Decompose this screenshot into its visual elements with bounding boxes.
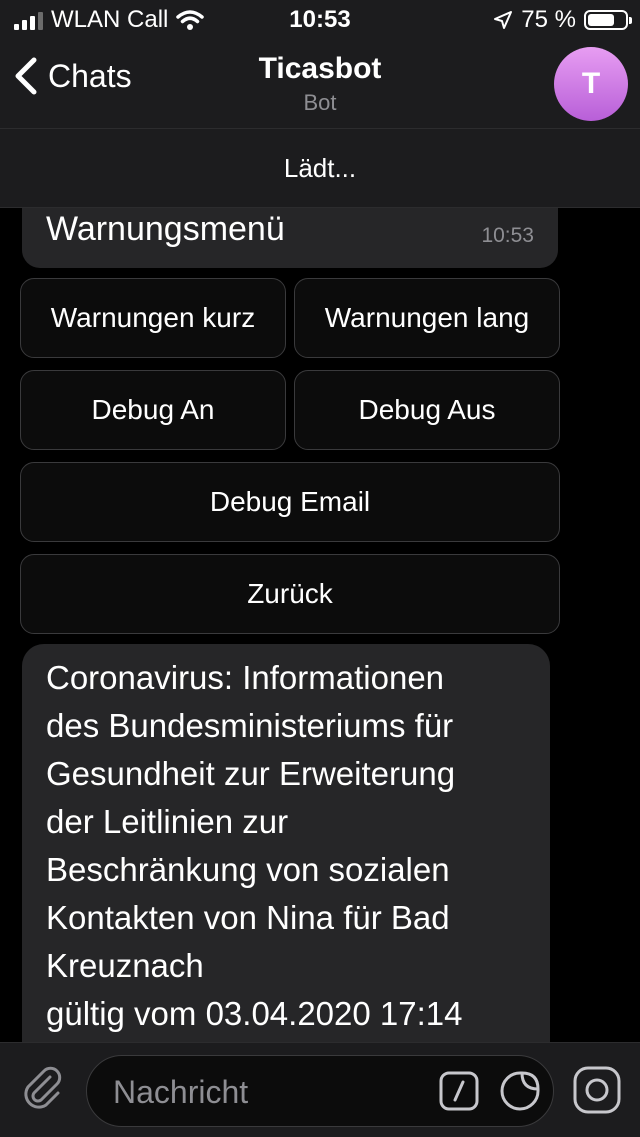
location-arrow-icon <box>494 11 513 29</box>
loading-banner: Lädt... <box>0 129 640 208</box>
message-text: Warnungsmenü <box>46 210 285 248</box>
battery-icon <box>584 10 632 30</box>
chat-title: Ticasbot <box>258 52 382 85</box>
sticker-icon[interactable] <box>499 1070 541 1112</box>
chat-header[interactable]: Ticasbot Bot <box>0 52 640 116</box>
debug-email-button[interactable]: Debug Email <box>20 462 560 542</box>
bot-command-icon[interactable] <box>439 1071 479 1111</box>
message-bubble-info[interactable]: Coronavirus: Informationen des Bundesmin… <box>22 644 550 1042</box>
message-input-field[interactable] <box>86 1055 554 1128</box>
navigation-bar: Chats Ticasbot Bot T <box>0 40 640 129</box>
camera-icon[interactable] <box>572 1065 622 1115</box>
paperclip-icon[interactable] <box>20 1065 66 1111</box>
status-bar: WLAN Call 10:53 75 % <box>0 0 640 40</box>
warnungen-lang-button[interactable]: Warnungen lang <box>294 278 560 358</box>
message-bubble-menu[interactable]: Warnungsmenü 10:53 <box>22 208 558 268</box>
zurueck-button[interactable]: Zurück <box>20 554 560 634</box>
message-time: 10:53 <box>481 224 534 247</box>
warnungen-kurz-button[interactable]: Warnungen kurz <box>20 278 286 358</box>
message-input[interactable] <box>111 1056 435 1128</box>
message-text: Coronavirus: Informationen des Bundesmin… <box>46 659 463 1032</box>
chat-subtitle: Bot <box>303 90 337 115</box>
loading-text: Lädt... <box>283 152 357 183</box>
message-input-bar <box>0 1042 640 1137</box>
avatar[interactable]: T <box>554 47 628 121</box>
debug-an-button[interactable]: Debug An <box>20 370 286 450</box>
debug-aus-button[interactable]: Debug Aus <box>294 370 560 450</box>
chat-area[interactable]: Warnungsmenü 10:53 Warnungen kurz Warnun… <box>0 208 640 1042</box>
battery-percent: 75 % <box>521 6 576 33</box>
